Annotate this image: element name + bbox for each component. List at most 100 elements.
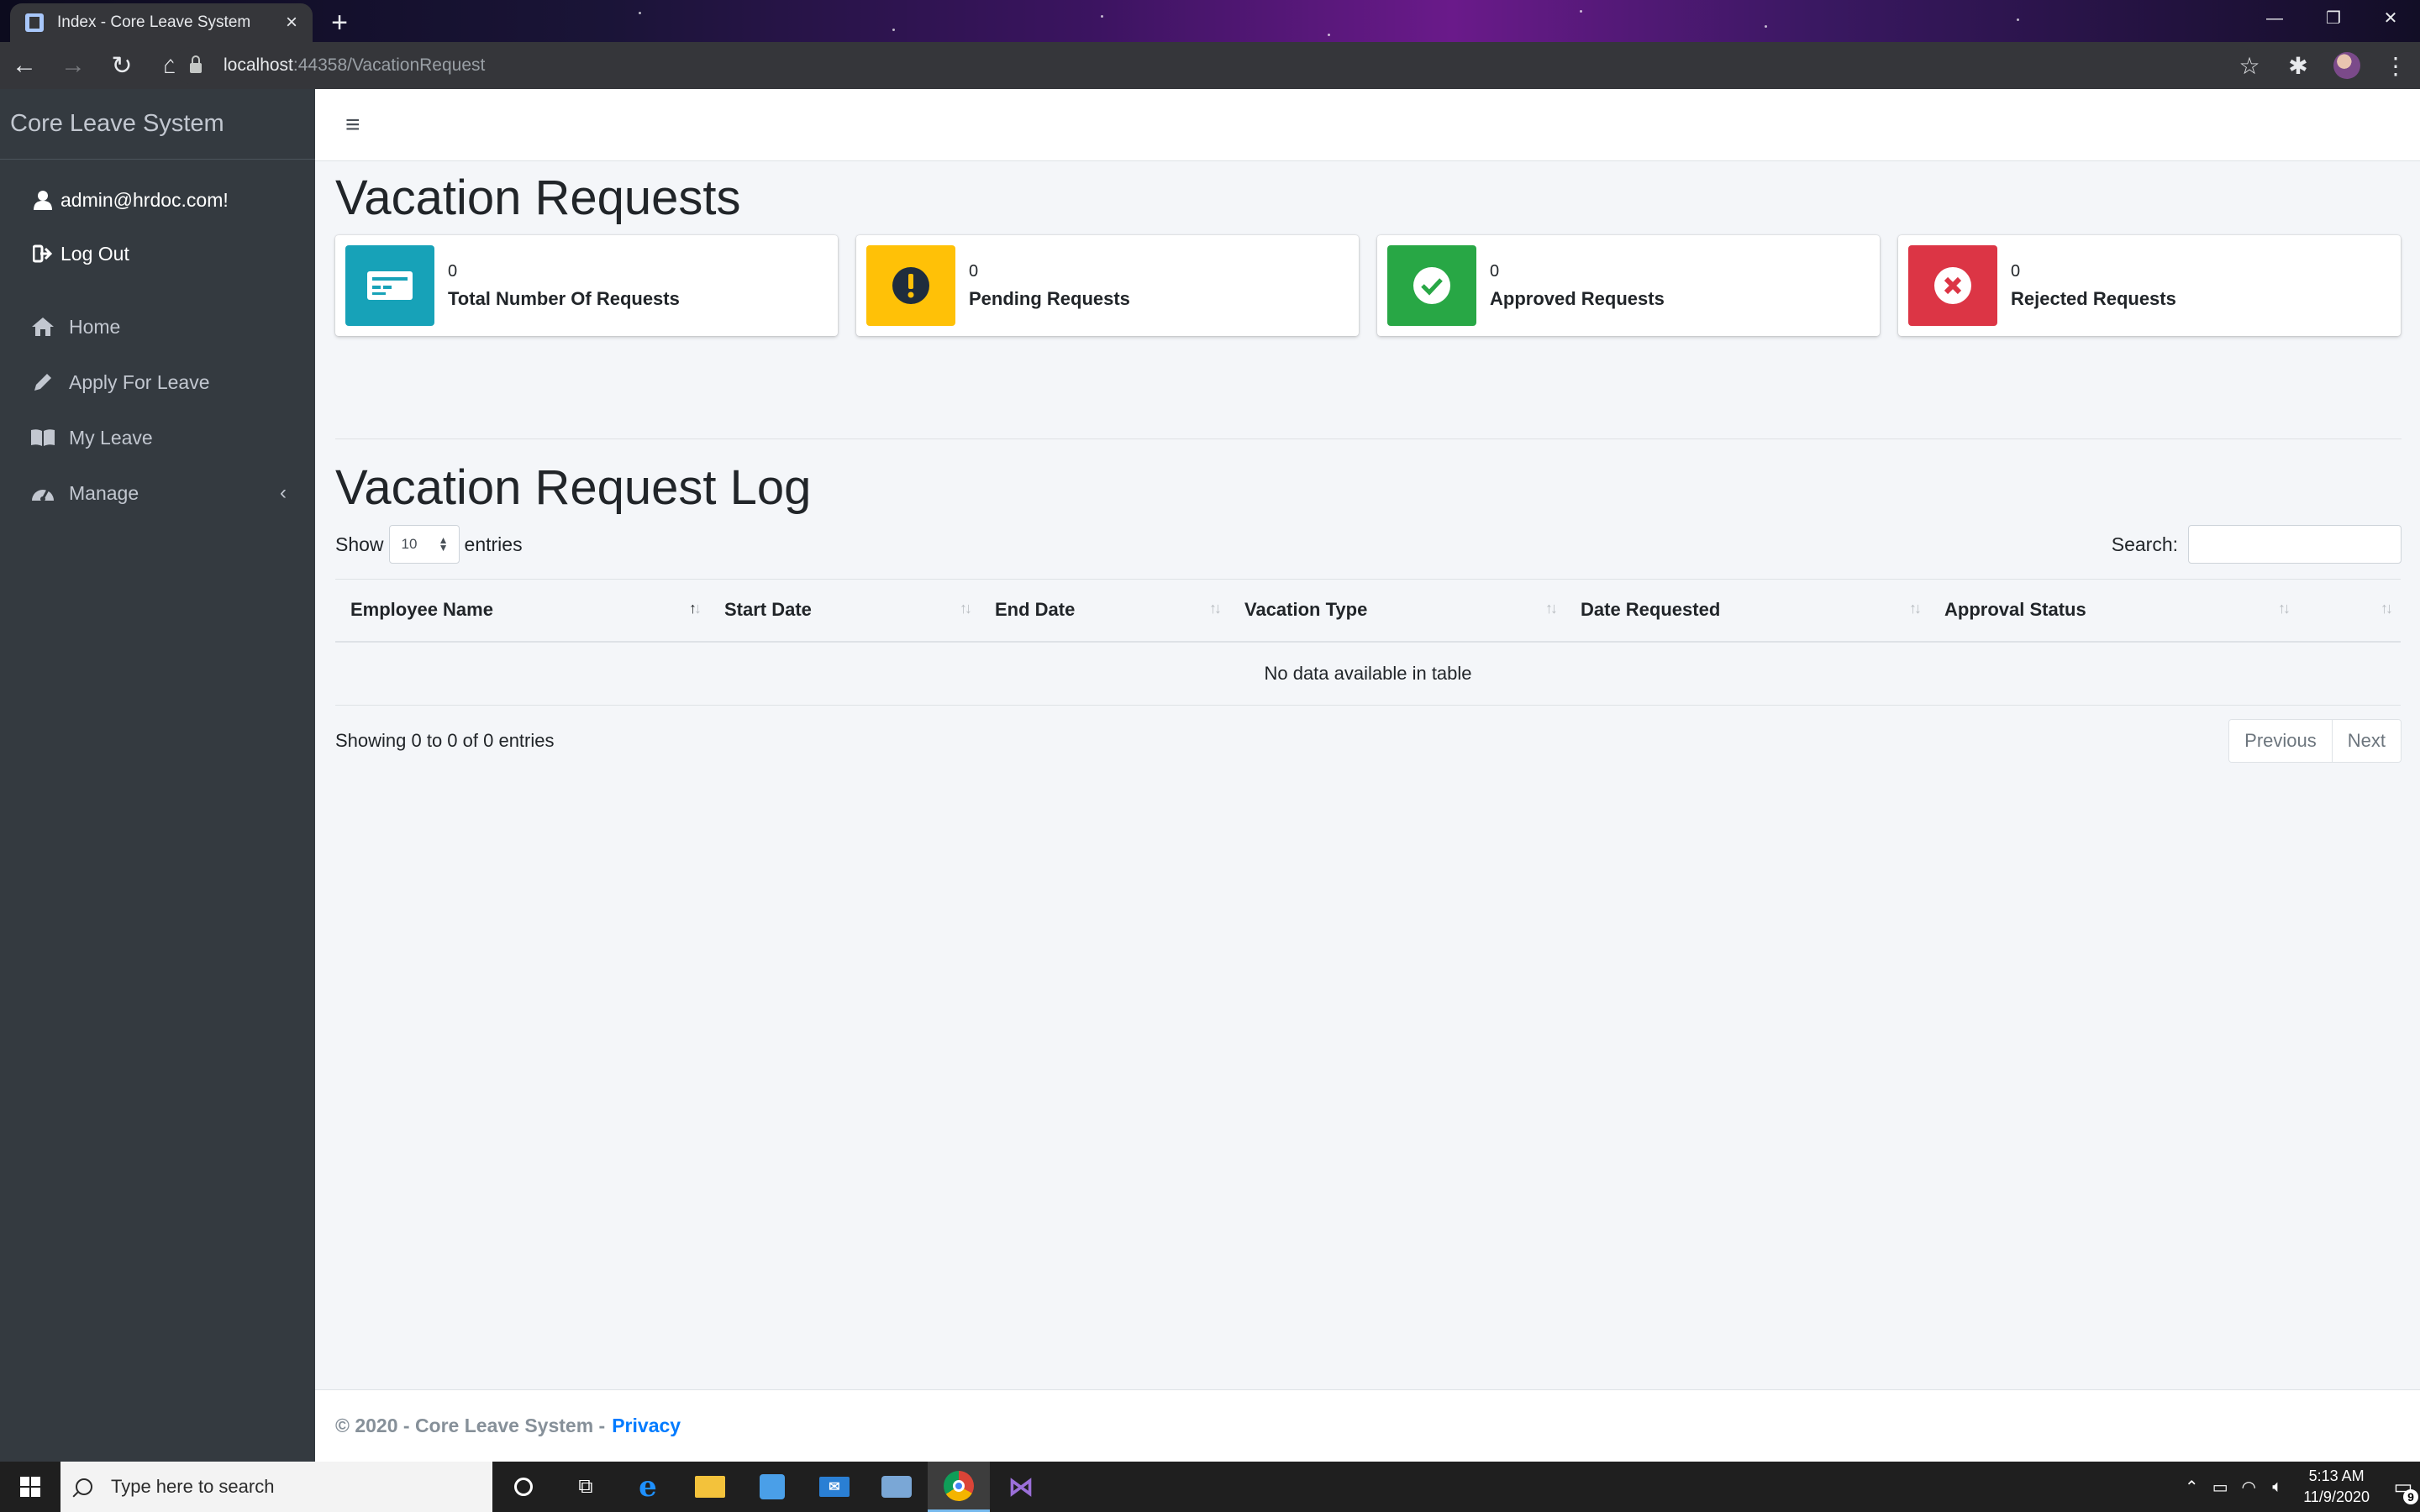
sidebar-item-apply-for-leave[interactable]: Apply For Leave <box>0 354 315 410</box>
start-button[interactable] <box>0 1462 60 1512</box>
sort-ascending-icon: ↑↓ <box>689 600 702 617</box>
taskbar-mail[interactable]: ✉ <box>803 1462 865 1512</box>
next-page-button[interactable]: Next <box>2331 720 2401 762</box>
exclamation-circle-icon <box>866 245 955 326</box>
bookmark-star-icon[interactable]: ☆ <box>2225 42 2274 89</box>
search-label: Search: <box>2111 533 2178 555</box>
section-divider <box>335 438 2402 439</box>
wifi-icon[interactable]: ◠ <box>2234 1477 2263 1498</box>
sort-icon: ↑↓ <box>1209 600 1222 617</box>
taskbar-app-laptop[interactable] <box>865 1462 928 1512</box>
address-bar[interactable]: localhost:44358/VacationRequest <box>173 47 2257 84</box>
user-panel: admin@hrdoc.com! Log Out <box>0 160 315 281</box>
entries-length-control: Show 10 ▲ ▼ entries <box>335 525 523 564</box>
chrome-icon <box>944 1470 974 1501</box>
window-close-button[interactable]: ✕ <box>2361 0 2420 39</box>
vacation-request-table: Employee Name ↑↓ Start Date ↑↓ End Date ↑↓ … <box>335 579 2401 706</box>
extensions-puzzle-icon[interactable]: ✱ <box>2274 42 2323 89</box>
main-content: Vacation Requests 0 Total Number Of Requ… <box>315 161 2420 1389</box>
privacy-link[interactable]: Privacy <box>612 1415 681 1437</box>
sidebar-item-label: My Leave <box>69 426 153 449</box>
folder-icon <box>695 1476 725 1498</box>
column-header-date-requested[interactable]: Date Requested ↑↓ <box>1565 579 1929 643</box>
task-view-icon: ⧉ <box>578 1475 593 1498</box>
url-host: localhost <box>224 55 293 75</box>
user-email: admin@hrdoc.com! <box>60 188 229 211</box>
user-link[interactable]: admin@hrdoc.com! <box>0 173 315 227</box>
browser-toolbar: ← → ↻ ⌂ localhost:44358/VacationRequest … <box>0 42 2420 89</box>
column-header-start-date[interactable]: Start Date ↑↓ <box>709 579 980 643</box>
column-header-employee-name[interactable]: Employee Name ↑↓ <box>335 579 709 643</box>
action-center-icon[interactable]: ▭ 9 <box>2386 1475 2420 1504</box>
minimize-button[interactable]: — <box>2245 0 2304 39</box>
stat-value: 0 <box>969 261 979 281</box>
sort-icon: ↑↓ <box>1909 600 1922 617</box>
column-label: Approval Status <box>1944 599 2086 621</box>
column-header-end-date[interactable]: End Date ↑↓ <box>980 579 1229 643</box>
tab-close-icon[interactable]: × <box>286 11 297 34</box>
sidebar-item-label: Apply For Leave <box>69 370 210 393</box>
browser-menu-icon[interactable]: ⋮ <box>2371 42 2420 89</box>
select-arrows-icon: ▲ ▼ <box>438 534 449 554</box>
taskbar-chrome[interactable] <box>928 1462 990 1512</box>
stat-label: Total Number Of Requests <box>448 287 680 309</box>
table-search-input[interactable] <box>2188 525 2402 564</box>
cortana-button[interactable] <box>492 1462 555 1512</box>
volume-icon[interactable]: 🔈︎ <box>2263 1478 2291 1497</box>
column-label: Vacation Type <box>1244 599 1368 621</box>
sidebar: Core Leave System admin@hrdoc.com! Log O… <box>0 89 315 1462</box>
battery-icon[interactable]: ▭ <box>2206 1477 2234 1498</box>
search-icon <box>76 1478 92 1495</box>
back-button[interactable]: ← <box>0 42 49 89</box>
profile-avatar <box>2333 52 2360 79</box>
footer-copyright: © 2020 - Core Leave System - <box>335 1415 606 1436</box>
logout-label: Log Out <box>60 242 129 265</box>
new-tab-button[interactable]: + <box>323 7 356 40</box>
sidebar-item-home[interactable]: Home <box>0 299 315 354</box>
stat-rejected-requests: 0 Rejected Requests <box>1898 235 2401 336</box>
profile-button[interactable] <box>2323 42 2371 89</box>
column-label: Date Requested <box>1581 599 1721 621</box>
forward-button[interactable]: → <box>49 42 97 89</box>
clock-time: 5:13 AM <box>2308 1467 2365 1484</box>
page-favicon-icon <box>25 13 44 32</box>
sort-icon: ↑↓ <box>960 600 972 617</box>
chevron-left-icon[interactable]: ‹ <box>280 481 287 505</box>
previous-page-button[interactable]: Previous <box>2229 720 2332 762</box>
chevron-up-icon[interactable]: ⌃ <box>2177 1477 2206 1498</box>
show-label: Show <box>335 533 384 555</box>
empty-table-message: No data available in table <box>335 641 2401 706</box>
menu-toggle-icon[interactable]: ≡ <box>345 111 360 139</box>
browser-tab-active[interactable]: Index - Core Leave System × <box>10 3 313 42</box>
column-label: End Date <box>995 599 1076 621</box>
sidebar-item-manage[interactable]: Manage ‹ <box>0 465 315 521</box>
taskbar-clock[interactable]: 5:13 AM 11/9/2020 <box>2303 1466 2370 1508</box>
taskbar-store[interactable] <box>741 1462 803 1512</box>
sort-icon: ↑↓ <box>2278 600 2291 617</box>
brand-link[interactable]: Core Leave System <box>0 89 315 160</box>
tab-title: Index - Core Leave System <box>57 13 251 31</box>
taskbar-visual-studio[interactable]: ⋈ <box>990 1462 1052 1512</box>
pencil-icon <box>30 370 55 395</box>
browser-tab-strip: Index - Core Leave System × + — ❐ ✕ <box>0 0 2420 42</box>
sidebar-item-my-leave[interactable]: My Leave <box>0 410 315 465</box>
restore-button[interactable]: ❐ <box>2304 0 2363 39</box>
laptop-icon <box>881 1476 912 1498</box>
reload-button[interactable]: ↻ <box>97 42 146 89</box>
task-view-button[interactable]: ⧉ <box>555 1462 617 1512</box>
home-icon <box>30 314 55 339</box>
top-navbar: ≡ <box>315 89 2420 161</box>
taskbar-file-explorer[interactable] <box>679 1462 741 1512</box>
column-header-vacation-type[interactable]: Vacation Type ↑↓ <box>1229 579 1565 643</box>
edge-icon: e <box>639 1470 657 1504</box>
taskbar-edge[interactable]: e <box>617 1462 679 1512</box>
taskbar-search-box[interactable]: Type here to search <box>60 1462 492 1512</box>
windows-logo-icon <box>20 1477 40 1497</box>
sort-icon: ↑↓ <box>1545 600 1558 617</box>
entries-select[interactable]: 10 ▲ ▼ <box>388 525 460 564</box>
stat-total-requests: 0 Total Number Of Requests <box>335 235 838 336</box>
column-header-actions[interactable]: ↑↓ <box>2298 579 2401 643</box>
column-header-approval-status[interactable]: Approval Status ↑↓ <box>1929 579 2298 643</box>
logout-link[interactable]: Log Out <box>0 227 315 281</box>
stat-value: 0 <box>1490 261 1500 281</box>
